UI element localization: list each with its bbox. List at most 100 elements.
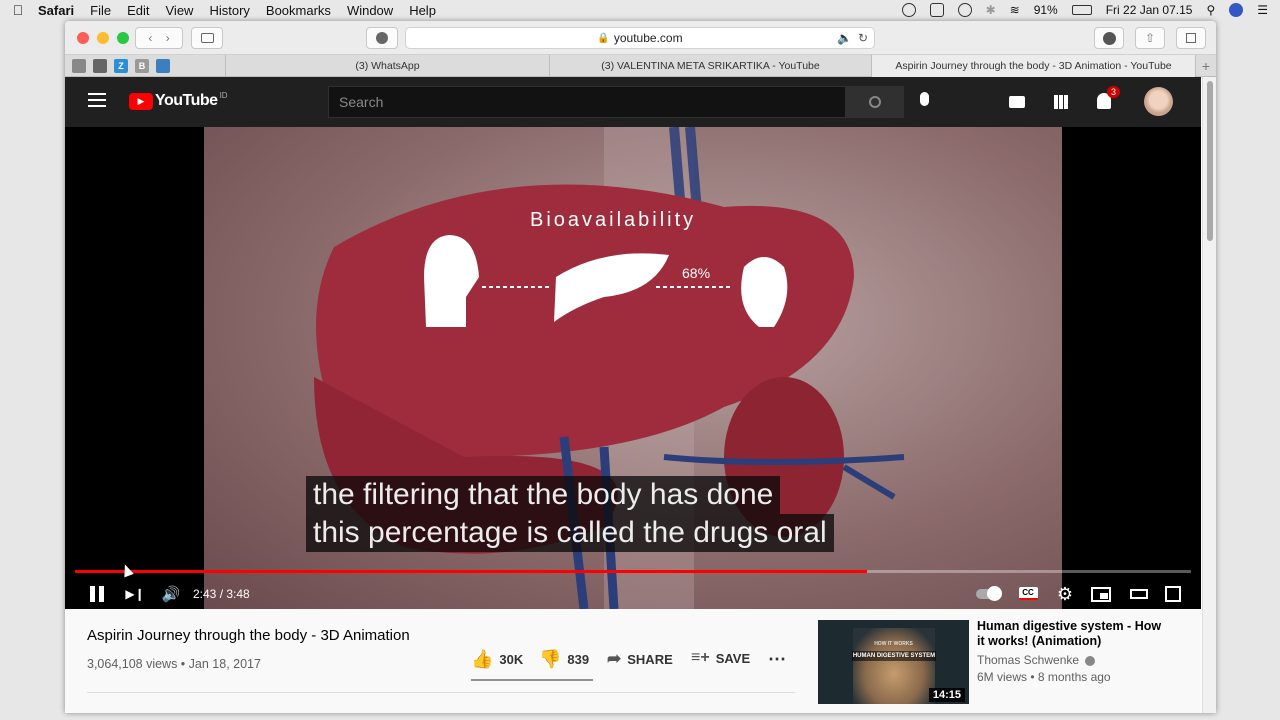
recommendation-title[interactable]: Human digestive system - How it works! (… bbox=[977, 619, 1167, 649]
menu-window[interactable]: Window bbox=[347, 3, 393, 18]
played-bar bbox=[75, 570, 868, 573]
theater-mode-button[interactable] bbox=[1127, 584, 1151, 604]
address-bar[interactable]: 🔒 youtube.com 🔈 ↻ bbox=[405, 27, 875, 49]
youtube-play-icon: ▶ bbox=[129, 92, 153, 110]
microphone-icon[interactable] bbox=[920, 92, 929, 106]
extension-button[interactable] bbox=[366, 27, 398, 49]
tab-aspirin[interactable]: Aspirin Journey through the body - 3D An… bbox=[871, 55, 1195, 77]
screen-icon[interactable] bbox=[929, 3, 944, 17]
macos-menubar:  Safari File Edit View History Bookmark… bbox=[0, 0, 1280, 20]
menu-history[interactable]: History bbox=[209, 3, 249, 18]
back-forward-buttons[interactable]: ‹ › bbox=[135, 27, 183, 49]
tab-label: (3) VALENTINA META SRIKARTIKA - YouTube bbox=[601, 60, 820, 72]
like-button[interactable]: 👍 30K bbox=[471, 649, 523, 670]
close-window-button[interactable] bbox=[77, 31, 89, 44]
video-info-area: Aspirin Journey through the body - 3D An… bbox=[65, 609, 1201, 713]
autoplay-toggle[interactable] bbox=[975, 585, 1002, 603]
bluetooth-icon[interactable]: ✱ bbox=[986, 3, 996, 17]
favorite-b-icon[interactable]: B bbox=[135, 58, 149, 73]
miniplayer-button[interactable] bbox=[1089, 584, 1113, 604]
tab-bar: Z B (3) WhatsApp (3) VALENTINA META SRIK… bbox=[65, 55, 1216, 77]
favorite-globe-icon[interactable] bbox=[156, 58, 170, 73]
tab-whatsapp[interactable]: (3) WhatsApp bbox=[225, 55, 549, 77]
zoom-window-button[interactable] bbox=[117, 31, 129, 44]
scrollbar-knob[interactable] bbox=[1207, 81, 1213, 241]
menu-file[interactable]: File bbox=[90, 3, 111, 18]
battery-percent[interactable]: 91% bbox=[1034, 3, 1058, 17]
cc-icon: CC bbox=[1018, 586, 1038, 600]
user-avatar[interactable] bbox=[1144, 87, 1173, 116]
notification-count-badge: 3 bbox=[1107, 86, 1121, 98]
player-controls: ▶❙ 🔊 2:43 / 3:48 CC ⚙ bbox=[65, 579, 1201, 609]
reload-icon[interactable]: ↻ bbox=[858, 31, 868, 45]
favorite-2-icon[interactable] bbox=[93, 58, 107, 73]
youtube-header: ▶ YouTube ID Search 3 bbox=[65, 77, 1201, 127]
info-divider bbox=[87, 692, 795, 693]
tab-overview-button[interactable] bbox=[1176, 27, 1206, 49]
time-machine-icon[interactable] bbox=[957, 3, 972, 17]
minimize-window-button[interactable] bbox=[97, 31, 109, 44]
like-count: 30K bbox=[499, 652, 524, 667]
next-button[interactable]: ▶❙ bbox=[125, 583, 145, 605]
tab-label: (3) WhatsApp bbox=[355, 60, 420, 72]
wifi-icon[interactable]: ≋ bbox=[1010, 3, 1020, 17]
audio-playing-icon[interactable]: 🔈 bbox=[837, 31, 852, 45]
menu-bookmarks[interactable]: Bookmarks bbox=[266, 3, 331, 18]
favorite-z-icon[interactable]: Z bbox=[114, 58, 128, 73]
save-label: SAVE bbox=[715, 650, 751, 666]
back-icon[interactable]: ‹ bbox=[148, 31, 152, 45]
captions-button[interactable]: CC bbox=[1018, 584, 1038, 602]
apple-menu-icon[interactable]:  bbox=[0, 2, 36, 18]
verified-badge-icon bbox=[1085, 655, 1096, 666]
fullscreen-button[interactable] bbox=[1162, 583, 1184, 605]
share-button[interactable]: ➦ SHARE bbox=[607, 649, 673, 669]
record-icon[interactable] bbox=[901, 3, 916, 17]
menu-view[interactable]: View bbox=[166, 3, 194, 18]
pause-button[interactable] bbox=[87, 583, 107, 605]
tab-valentina[interactable]: (3) VALENTINA META SRIKARTIKA - YouTube bbox=[549, 55, 871, 77]
create-video-icon[interactable] bbox=[1009, 96, 1025, 108]
save-button[interactable]: ≡+ SAVE bbox=[691, 649, 750, 667]
thumbnail-text: HUMAN DIGESTIVE SYSTEM bbox=[852, 651, 936, 661]
battery-icon[interactable] bbox=[1071, 5, 1092, 15]
caption-line-1: the filtering that the body has done bbox=[306, 476, 781, 514]
menu-edit[interactable]: Edit bbox=[127, 3, 149, 18]
playlist-add-icon: ≡+ bbox=[691, 649, 710, 666]
fullscreen-icon bbox=[1165, 586, 1181, 602]
thumbnail-small-text: HOW IT WORKS bbox=[874, 641, 913, 647]
apps-grid-icon[interactable] bbox=[1054, 95, 1068, 109]
youtube-logo[interactable]: ▶ YouTube ID bbox=[129, 91, 228, 110]
share-button[interactable]: ⇧ bbox=[1135, 27, 1165, 49]
siri-icon[interactable] bbox=[1229, 3, 1244, 17]
spotlight-search-icon[interactable]: ⚲ bbox=[1206, 3, 1215, 17]
thumbnail-art bbox=[853, 628, 935, 704]
forward-icon[interactable]: › bbox=[166, 31, 170, 45]
video-player[interactable]: Bioavailability 68% the filtering that t… bbox=[65, 127, 1201, 609]
new-tab-button[interactable]: + bbox=[1195, 55, 1216, 77]
search-input[interactable]: Search bbox=[328, 86, 846, 118]
datetime[interactable]: Fri 22 Jan 07.15 bbox=[1106, 3, 1193, 17]
volume-button[interactable]: 🔊 bbox=[159, 583, 183, 605]
dislike-count: 839 bbox=[567, 652, 590, 667]
dislike-button[interactable]: 👎 839 bbox=[539, 649, 589, 670]
recommendation-thumbnail[interactable]: HOW IT WORKS HUMAN DIGESTIVE SYSTEM 14:1… bbox=[818, 620, 969, 704]
menu-help[interactable]: Help bbox=[409, 3, 436, 18]
search-button[interactable] bbox=[846, 86, 904, 118]
more-actions-button[interactable]: ⋯ bbox=[768, 649, 786, 670]
progress-bar[interactable] bbox=[75, 570, 1191, 573]
page-scrollbar[interactable] bbox=[1202, 77, 1216, 713]
thumbs-down-icon: 👎 bbox=[539, 649, 562, 669]
sidebar-toggle-button[interactable] bbox=[191, 27, 223, 49]
notification-center-icon[interactable]: ☰ bbox=[1257, 3, 1268, 17]
favorite-1-icon[interactable] bbox=[72, 58, 86, 73]
hamburger-menu-icon[interactable] bbox=[88, 93, 106, 107]
share-arrow-icon: ➦ bbox=[607, 649, 622, 668]
more-icon: ⋯ bbox=[768, 649, 786, 669]
overlay-percent: 68% bbox=[682, 265, 711, 281]
menu-app-name[interactable]: Safari bbox=[38, 3, 74, 18]
settings-button[interactable]: ⚙ bbox=[1055, 583, 1075, 605]
downloads-button[interactable] bbox=[1094, 27, 1124, 49]
sentiment-bar bbox=[471, 679, 593, 681]
recommendation-channel[interactable]: Thomas Schwenke bbox=[977, 653, 1096, 667]
miniplayer-icon bbox=[1091, 586, 1111, 602]
